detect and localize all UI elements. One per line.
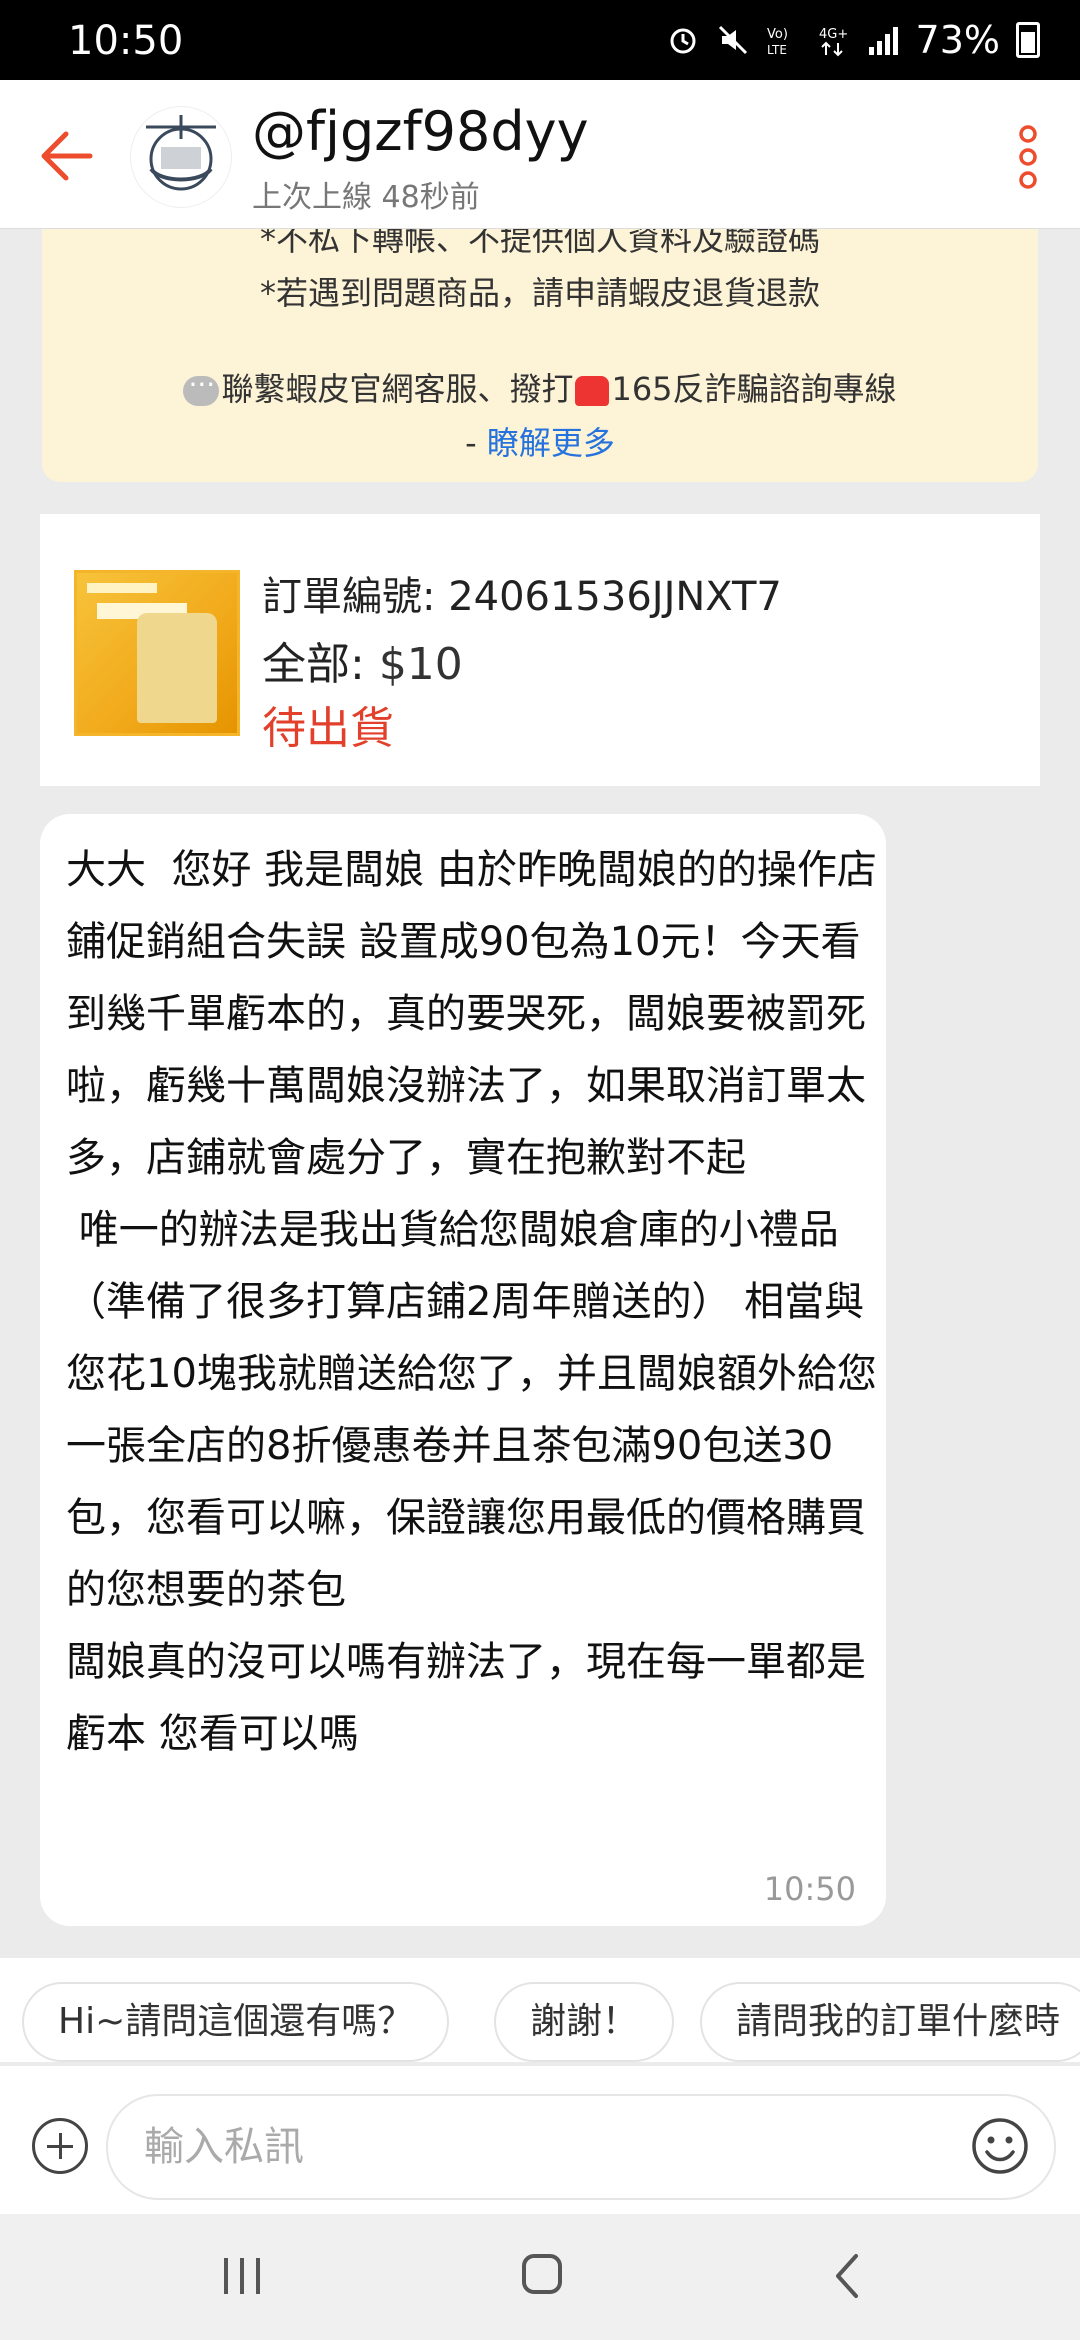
notice-line-4: - 瞭解更多 <box>42 418 1038 464</box>
learn-more-link[interactable]: 瞭解更多 <box>487 424 615 462</box>
nav-back-icon[interactable] <box>830 2252 864 2300</box>
alarm-icon <box>670 28 696 54</box>
emoji-icon[interactable] <box>970 2116 1030 2176</box>
system-nav-bar <box>0 2214 1080 2340</box>
svg-text:Vo): Vo) <box>767 27 788 42</box>
status-icons: Vo) LTE 4G+ 73% <box>666 18 1040 62</box>
order-card[interactable]: 訂單編號: 24061536JJNXT7 全部: $10 待出貨 <box>40 514 1040 786</box>
order-status: 待出貨 <box>262 703 394 754</box>
notice-link-prefix: - <box>465 424 487 462</box>
order-total-amount: $10 <box>378 639 463 690</box>
quick-reply-chip[interactable]: 請問我的訂單什麼時 <box>700 1982 1080 2062</box>
svg-text:4G+: 4G+ <box>819 27 848 42</box>
chat-username: @fjgzf98dyy <box>252 100 589 163</box>
shop-logo-icon <box>146 115 216 191</box>
order-total: 全部: $10 <box>262 628 463 692</box>
incoming-message-bubble[interactable]: 大大 您好 我是闆娘 由於昨晚闆娘的的操作店鋪促銷組合失誤 設置成90包為10元… <box>40 814 886 1926</box>
product-cup-image <box>137 613 217 723</box>
signal-icon <box>868 27 898 55</box>
home-icon[interactable] <box>522 2254 562 2294</box>
chat-bubble-icon <box>183 368 220 406</box>
message-input[interactable] <box>142 2116 946 2178</box>
notice-line-3: 聯繫蝦皮官網客服、撥打 165反詐騙諮詢專線 <box>42 364 1038 410</box>
last-seen-status: 上次上線 48秒前 <box>252 180 480 215</box>
notice-hotline-text: 165反詐騙諮詢專線 <box>611 370 897 408</box>
chat-header: @fjgzf98dyy 上次上線 48秒前 <box>0 80 1080 229</box>
avatar[interactable] <box>130 106 232 208</box>
quick-reply-chip[interactable]: 謝謝！ <box>494 1982 675 2062</box>
battery-icon <box>1016 22 1040 58</box>
message-time: 10:50 <box>763 1870 856 1908</box>
4g-icon: 4G+ <box>819 27 848 57</box>
svg-text:LTE: LTE <box>767 43 787 57</box>
status-time: 10:50 <box>68 18 184 64</box>
back-arrow-icon[interactable] <box>36 128 96 184</box>
order-total-label: 全部: <box>262 639 379 690</box>
notice-contact-text: 聯繫蝦皮官網客服、撥打 <box>221 370 574 408</box>
more-options-icon[interactable] <box>1016 124 1040 190</box>
safety-notice: *不私下轉帳、不提供個人資料及驗證碼 *若遇到問題商品，請申請蝦皮退貨退款 聯繫… <box>42 200 1038 482</box>
battery-percent: 73% <box>915 18 1000 62</box>
order-number: 訂單編號: 24061536JJNXT7 <box>262 574 782 620</box>
phone-icon <box>575 376 610 406</box>
quick-replies: Hi~請問這個還有嗎？ 謝謝！ 請問我的訂單什麼時 <box>0 1958 1080 2062</box>
volte-icon: Vo)LTE <box>767 27 788 57</box>
quick-reply-chip[interactable]: Hi~請問這個還有嗎？ <box>22 1982 450 2062</box>
mute-icon <box>718 25 747 55</box>
message-input-bar <box>0 2066 1080 2214</box>
message-text: 大大 您好 我是闆娘 由於昨晚闆娘的的操作店鋪促銷組合失誤 設置成90包為10元… <box>66 847 877 1757</box>
product-thumbnail <box>74 570 240 736</box>
status-bar: 10:50 Vo) LTE 4G+ 73% <box>0 0 1080 80</box>
message-input-field[interactable] <box>106 2094 1056 2200</box>
add-attachment-icon[interactable] <box>32 2118 88 2174</box>
notice-line-2: *若遇到問題商品，請申請蝦皮退貨退款 <box>259 274 820 312</box>
recent-apps-icon[interactable] <box>220 2256 264 2296</box>
